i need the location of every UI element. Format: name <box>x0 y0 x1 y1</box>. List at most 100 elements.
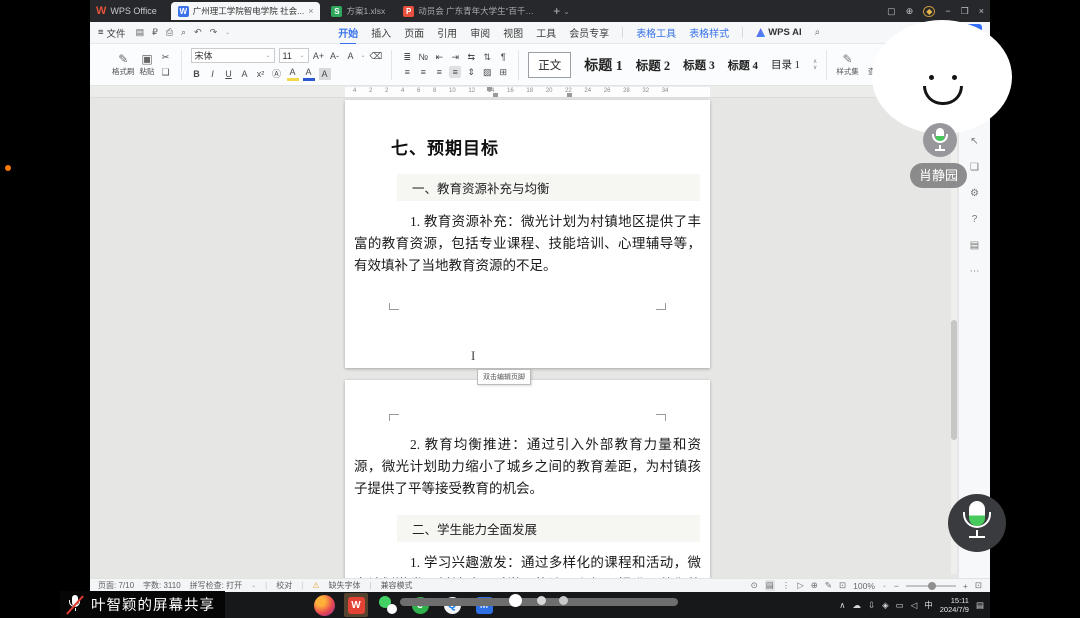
file-menu-button[interactable]: ≡ 文件 <box>98 26 126 40</box>
align-center-button[interactable]: ≡ <box>417 66 429 78</box>
increase-indent-button[interactable]: ⇥ <box>449 51 461 63</box>
help-icon[interactable]: ? <box>972 214 978 225</box>
first-line-indent-marker[interactable] <box>487 87 492 91</box>
highlight-color-button[interactable]: A <box>287 66 299 81</box>
gallery-down-icon[interactable]: ∨ <box>813 65 817 71</box>
page-dot[interactable] <box>559 596 568 605</box>
notification-icon[interactable]: ▤ <box>976 600 984 611</box>
copy-button[interactable]: ❏ <box>160 66 172 78</box>
restore-button[interactable]: ❐ <box>961 6 969 17</box>
justify-button[interactable]: ≡ <box>449 66 461 78</box>
style-heading1[interactable]: 标题 1 <box>584 55 623 75</box>
redo-button[interactable]: ↷ <box>210 27 218 38</box>
zoom-slider-thumb[interactable] <box>928 582 936 590</box>
format-painter-button[interactable]: ✎ 格式刷 <box>112 53 135 77</box>
wps-ai-button[interactable]: WPS AI <box>756 27 801 38</box>
globe-icon[interactable]: ⊕ <box>906 6 914 17</box>
bullets-button[interactable]: ≣ <box>401 51 413 63</box>
zoom-out-button[interactable]: − <box>894 581 899 591</box>
align-right-button[interactable]: ≡ <box>433 66 445 78</box>
save-button[interactable]: ▤ <box>136 27 145 38</box>
tray-chevron-icon[interactable]: ∧ <box>839 600 845 611</box>
spellcheck-caret-icon[interactable]: ⌄ <box>251 582 256 589</box>
decrease-indent-button[interactable]: ⇤ <box>433 51 445 63</box>
tray-cloud-icon[interactable]: ☁ <box>853 600 862 611</box>
document-page-1[interactable]: 七、预期目标 一、教育资源补充与均衡 1. 教育资源补充：微光计划为村镇地区提供… <box>345 100 710 368</box>
taskbar-app-wps[interactable]: W <box>344 593 368 617</box>
tray-volume-icon[interactable]: ◁ <box>911 600 918 611</box>
proofread-button[interactable]: 校对 <box>276 580 292 591</box>
superscript-button[interactable]: x² <box>255 68 267 80</box>
new-tab-button[interactable]: + <box>553 4 560 18</box>
word-count[interactable]: 字数: 3110 <box>143 580 181 591</box>
tab-writer-document[interactable]: W 广州理工学院智电学院 社会... × <box>171 2 321 20</box>
export-pdf-button[interactable]: ₽ <box>152 27 158 38</box>
left-indent-marker[interactable] <box>493 93 498 97</box>
style-toc1[interactable]: 目录 1 <box>771 57 800 72</box>
align-left-button[interactable]: ≡ <box>401 66 413 78</box>
missing-font-button[interactable]: 缺失字体 <box>328 580 360 591</box>
text-effects-button[interactable]: A <box>345 50 357 62</box>
char-shading-button[interactable]: A <box>319 68 331 80</box>
sort-button[interactable]: ⇅ <box>481 51 493 63</box>
read-mode-button[interactable]: ▷ <box>797 580 804 591</box>
microphone-button[interactable] <box>948 494 1006 552</box>
quickbar-caret-icon[interactable]: ⌄ <box>225 29 230 36</box>
style-heading2[interactable]: 标题 2 <box>636 55 670 74</box>
tab-table-style[interactable]: 表格样式 <box>689 25 729 40</box>
tab-view[interactable]: 视图 <box>503 25 523 40</box>
font-color-button[interactable]: A <box>303 66 315 81</box>
bold-button[interactable]: B <box>191 68 203 80</box>
panel-icon[interactable]: ▤ <box>970 240 979 251</box>
cut-button[interactable]: ✂ <box>160 51 172 63</box>
tab-reference[interactable]: 引用 <box>437 25 457 40</box>
workspace-icon[interactable]: ▢ <box>887 6 896 17</box>
tray-display-icon[interactable]: ▭ <box>896 600 904 611</box>
print-button[interactable]: ⎙ <box>166 27 173 38</box>
zoom-in-button[interactable]: + <box>963 581 968 591</box>
snippet-icon[interactable]: ❏ <box>970 162 979 173</box>
enclosed-char-button[interactable]: Ⓐ <box>271 68 283 80</box>
horizontal-ruler[interactable]: 4 2 2 4 6 8 10 12 14 16 18 20 22 24 26 2… <box>90 86 990 98</box>
settings-gear-icon[interactable]: ⚙ <box>970 188 979 199</box>
tab-insert[interactable]: 插入 <box>371 25 391 40</box>
borders-button[interactable]: ⊞ <box>497 66 509 78</box>
tab-home[interactable]: 开始 <box>338 25 358 40</box>
font-name-select[interactable]: 宋体⌄ <box>191 48 275 63</box>
zoom-slider[interactable] <box>906 585 956 587</box>
tab-review[interactable]: 审阅 <box>470 25 490 40</box>
tab-page[interactable]: 页面 <box>404 25 424 40</box>
tray-download-icon[interactable]: ⇩ <box>868 600 875 611</box>
page-dot-active[interactable] <box>509 594 522 607</box>
zoom-caret-icon[interactable]: ⌄ <box>882 582 887 589</box>
line-spacing-button[interactable]: ⇕ <box>465 66 477 78</box>
decrease-font-button[interactable]: A- <box>329 50 341 62</box>
undo-button[interactable]: ↶ <box>194 27 202 38</box>
shading-button[interactable]: ▨ <box>481 66 493 78</box>
paste-button[interactable]: ▣ 粘贴 <box>140 53 155 77</box>
compat-mode-badge[interactable]: 兼容模式 <box>381 580 413 591</box>
eye-icon[interactable]: ⊙ <box>751 580 758 591</box>
single-page-view-button[interactable]: ▤ <box>765 580 775 591</box>
web-view-button[interactable]: ⊕ <box>811 580 818 591</box>
fullscreen-button[interactable]: ⊡ <box>975 580 982 591</box>
tab-list-caret-icon[interactable]: ⌄ <box>563 7 570 16</box>
close-window-button[interactable]: × <box>979 6 984 16</box>
print-preview-button[interactable]: ⌕ <box>181 27 186 38</box>
font-color-auto-button[interactable]: A <box>239 68 251 80</box>
underline-button[interactable]: U <box>223 68 235 80</box>
taskbar-clock[interactable]: 15:11 2024/7/9 <box>940 596 969 615</box>
numbering-button[interactable]: № <box>417 51 429 63</box>
style-heading3[interactable]: 标题 3 <box>683 57 715 73</box>
increase-font-button[interactable]: A+ <box>313 50 325 62</box>
scrollbar-thumb[interactable] <box>951 320 957 440</box>
ime-indicator[interactable]: 中 <box>924 599 933 611</box>
gallery-scroll-arrows[interactable]: ∧ ∨ <box>813 59 817 71</box>
page-dot[interactable] <box>537 596 546 605</box>
document-canvas[interactable]: 七、预期目标 一、教育资源补充与均衡 1. 教育资源补充：微光计划为村镇地区提供… <box>90 98 958 578</box>
close-tab-icon[interactable]: × <box>308 6 313 16</box>
taskbar-app-wechat[interactable] <box>376 593 400 617</box>
show-marks-button[interactable]: ¶ <box>497 51 509 63</box>
tab-member[interactable]: 会员专享 <box>569 25 609 40</box>
tab-presentation[interactable]: P 动员会 广东青年大学生“百千万工... <box>396 2 546 20</box>
